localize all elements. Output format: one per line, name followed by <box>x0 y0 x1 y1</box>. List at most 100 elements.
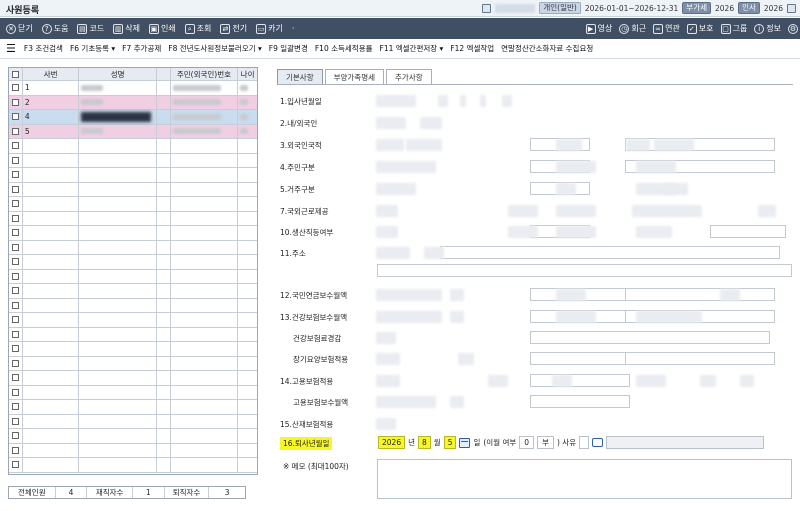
blurred-field-value[interactable] <box>556 226 596 238</box>
blurred-field-value[interactable] <box>758 205 776 217</box>
blurred-field-value[interactable] <box>556 139 582 151</box>
row-checkbox[interactable] <box>11 156 19 164</box>
function-key-8[interactable]: 연말정산간소화자료 수집요청 <box>501 43 593 54</box>
toolbar-more[interactable]: · <box>292 24 295 33</box>
row-checkbox[interactable] <box>11 330 19 338</box>
blurred-field-value[interactable] <box>552 375 572 387</box>
row-checkbox[interactable] <box>11 446 19 454</box>
row-checkbox[interactable] <box>11 403 19 411</box>
blurred-field-value[interactable] <box>376 396 436 408</box>
blurred-field-value[interactable] <box>376 289 442 301</box>
row-checkbox[interactable] <box>11 113 19 121</box>
blurred-field-value[interactable] <box>502 95 512 107</box>
toolbar-button-4[interactable]: ▣ 인쇄 <box>148 23 176 34</box>
blurred-field-value[interactable] <box>556 289 586 301</box>
blurred-field-value[interactable] <box>556 161 596 173</box>
blurred-field-value[interactable] <box>664 183 688 195</box>
table-row[interactable] <box>9 269 257 284</box>
insa-badge[interactable]: 인사 <box>738 2 760 14</box>
blurred-field-value[interactable] <box>480 95 486 107</box>
blurred-field-value[interactable] <box>556 183 576 195</box>
toolbar-button-3[interactable]: ▥ 삭제 <box>113 23 140 34</box>
table-row[interactable] <box>9 226 257 241</box>
table-row[interactable] <box>9 255 257 270</box>
toolbar-button-2[interactable]: ▤ 코드 <box>77 23 104 34</box>
table-row[interactable] <box>9 197 257 212</box>
header-emp-no[interactable]: 사번 <box>23 68 80 80</box>
blurred-field-value[interactable] <box>508 205 538 217</box>
settings-icon[interactable] <box>787 3 796 13</box>
toolbar-right-button-1[interactable]: ◷ 회근 <box>619 23 646 34</box>
table-row[interactable] <box>9 313 257 328</box>
tab-basic[interactable]: 기본사항 <box>277 69 323 84</box>
table-row[interactable] <box>9 327 257 342</box>
blurred-field-value[interactable] <box>376 161 436 173</box>
blurred-field-value[interactable] <box>458 353 474 365</box>
function-key-4[interactable]: F9 일괄변경 <box>269 43 308 54</box>
comment-icon[interactable] <box>592 438 604 447</box>
blurred-field-value[interactable] <box>654 139 694 151</box>
menu-icon[interactable]: ☰ <box>6 42 16 55</box>
blurred-field-value[interactable] <box>420 117 442 129</box>
table-row[interactable]: 4 <box>9 110 257 125</box>
table-row[interactable] <box>9 298 257 313</box>
form-input[interactable] <box>625 352 775 365</box>
table-row[interactable] <box>9 414 257 429</box>
tab-dependents[interactable]: 부양가족명세 <box>324 69 385 84</box>
retire-year-input[interactable]: 2026 <box>378 436 406 449</box>
address-detail-input[interactable] <box>377 264 792 277</box>
toolbar-right-button-4[interactable]: ▢ 그룹 <box>720 23 747 34</box>
table-row[interactable] <box>9 211 257 226</box>
blurred-field-value[interactable] <box>450 311 464 323</box>
blurred-field-value[interactable] <box>460 95 466 107</box>
row-checkbox[interactable] <box>11 301 19 309</box>
blurred-field-value[interactable] <box>626 139 650 151</box>
header-select-all[interactable] <box>9 68 23 80</box>
blurred-field-value[interactable] <box>376 375 400 387</box>
retire-day-input[interactable]: 5 <box>443 436 457 449</box>
form-input[interactable] <box>440 246 780 259</box>
function-key-0[interactable]: F3 조건검색 <box>24 43 63 54</box>
table-row[interactable] <box>9 371 257 386</box>
row-checkbox[interactable] <box>11 84 19 92</box>
table-row[interactable] <box>9 182 257 197</box>
row-checkbox[interactable] <box>11 229 19 237</box>
toolbar-right-button-2[interactable]: ∞ 연관 <box>653 23 680 34</box>
header-resident-no[interactable]: 주민(외국인)번호 <box>171 68 239 80</box>
header-age[interactable]: 나이 <box>238 68 257 80</box>
row-checkbox[interactable] <box>11 417 19 425</box>
blurred-field-value[interactable] <box>740 375 754 387</box>
blurred-field-value[interactable] <box>376 353 400 365</box>
toolbar-button-7[interactable]: ▭ 카기 <box>256 23 283 34</box>
blurred-field-value[interactable] <box>450 396 464 408</box>
company-type-badge[interactable]: 개인(일반) <box>539 2 581 14</box>
row-checkbox[interactable] <box>11 316 19 324</box>
toolbar-button-1[interactable]: ? 도움 <box>41 23 68 34</box>
row-checkbox[interactable] <box>11 345 19 353</box>
row-checkbox[interactable] <box>11 200 19 208</box>
table-row[interactable] <box>9 139 257 154</box>
row-checkbox[interactable] <box>11 214 19 222</box>
table-row[interactable] <box>9 153 257 168</box>
blurred-field-value[interactable] <box>376 205 398 217</box>
checkbox[interactable] <box>11 70 19 78</box>
function-key-7[interactable]: F12 엑셀작업 <box>450 43 494 54</box>
blurred-field-value[interactable] <box>636 375 666 387</box>
table-row[interactable] <box>9 168 257 183</box>
row-checkbox[interactable] <box>11 127 19 135</box>
blurred-field-value[interactable] <box>700 375 716 387</box>
blurred-field-value[interactable] <box>376 247 410 259</box>
table-row[interactable] <box>9 400 257 415</box>
row-checkbox[interactable] <box>11 388 19 396</box>
blurred-field-value[interactable] <box>438 95 448 107</box>
toolbar-button-0[interactable]: ✕ 닫기 <box>6 23 33 34</box>
blurred-field-value[interactable] <box>424 247 444 259</box>
blurred-field-value[interactable] <box>508 226 538 238</box>
table-row[interactable]: 1 <box>9 81 257 96</box>
function-key-1[interactable]: F6 기초등록 ▾ <box>70 43 115 54</box>
form-input[interactable] <box>625 288 775 301</box>
row-checkbox[interactable] <box>11 243 19 251</box>
toolbar-right-button-0[interactable]: ▶ 영상 <box>585 23 612 34</box>
row-checkbox[interactable] <box>11 287 19 295</box>
form-input[interactable] <box>530 352 630 365</box>
